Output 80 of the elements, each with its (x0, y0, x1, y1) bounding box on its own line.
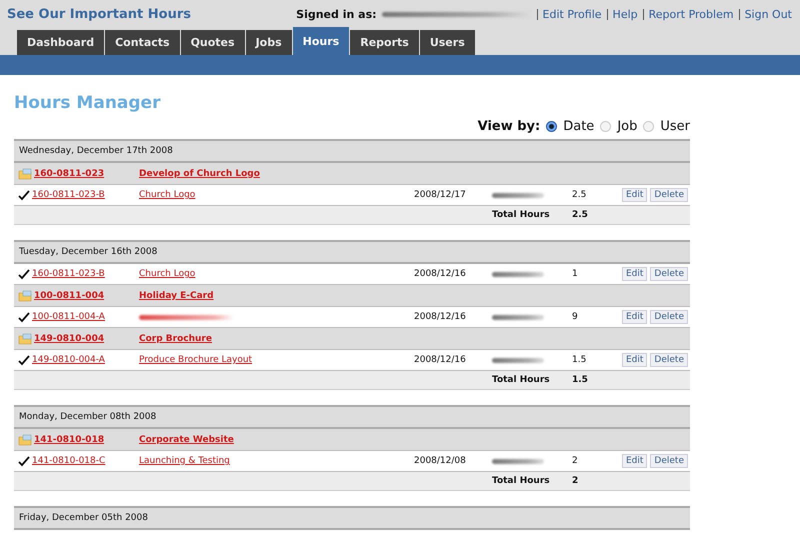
job-code-link[interactable]: 149-0810-004 (34, 334, 104, 344)
redacted-user (492, 314, 544, 320)
radio-label: Date (563, 119, 594, 134)
app-title: See Our Important Hours (7, 6, 191, 22)
job-name-link[interactable]: Church Logo (139, 269, 196, 279)
nav-tab[interactable]: Reports (350, 30, 419, 55)
day-header: Monday, December 08th 2008 (14, 405, 690, 429)
total-value: 1.5 (572, 375, 589, 385)
redacted-user (492, 358, 544, 362)
hours-text: 1.5 (572, 355, 586, 365)
day-header: Friday, December 05th 2008 (14, 506, 690, 530)
job-name-link[interactable]: Corp Brochure (139, 334, 212, 344)
job-name-link[interactable]: Church Logo (139, 190, 196, 200)
radio-label: User (660, 119, 690, 134)
job-code-link[interactable]: 141-0810-018-C (32, 456, 106, 466)
job-name-link[interactable]: Corporate Website (139, 434, 234, 444)
day-header: Tuesday, December 16th 2008 (14, 240, 690, 264)
redacted-user (492, 192, 544, 198)
job-code-link[interactable]: 100-0811-004 (34, 290, 104, 300)
total-value: 2 (572, 476, 580, 486)
date-text: 2008/12/08 (414, 456, 466, 466)
job-code-link[interactable]: 160-0811-023 (34, 168, 104, 178)
row-action-button[interactable]: Delete (650, 310, 688, 324)
job-code-link[interactable]: 100-0811-004-A (32, 312, 105, 322)
date-text: 2008/12/16 (414, 355, 466, 365)
job-code-link[interactable]: 160-0811-023-B (32, 269, 105, 279)
header-link[interactable]: Help (606, 8, 638, 20)
nav-tab[interactable]: Jobs (246, 30, 292, 55)
date-text: 2008/12/16 (414, 312, 466, 322)
folder-icon (18, 168, 32, 180)
job-code-link[interactable]: 141-0810-018 (34, 434, 104, 444)
row-action-button[interactable]: Edit (622, 310, 648, 324)
total-label: Total Hours (492, 375, 551, 385)
row-action-button[interactable]: Edit (622, 267, 648, 281)
row-action-button[interactable]: Delete (650, 454, 688, 468)
row-action-button[interactable]: Edit (622, 188, 648, 202)
hours-text: 9 (572, 312, 578, 322)
checkmark-icon (18, 190, 30, 200)
redacted-user (492, 458, 544, 464)
header-link[interactable]: Report Problem (642, 8, 734, 20)
total-value: 2.5 (572, 210, 589, 220)
nav-tab[interactable]: Dashboard (17, 30, 104, 55)
nav-tab[interactable]: Hours (292, 27, 350, 55)
hours-text: 1 (572, 269, 578, 279)
job-name-link[interactable]: Produce Brochure Layout (139, 355, 252, 365)
checkmark-icon (18, 312, 30, 322)
folder-icon (18, 290, 32, 302)
job-code-link[interactable]: 160-0811-023-B (32, 190, 105, 200)
row-action-button[interactable]: Delete (650, 267, 688, 281)
folder-icon (18, 332, 32, 344)
checkmark-icon (18, 268, 30, 280)
hours-text: 2.5 (572, 190, 586, 200)
signed-in-label: Signed in as: (296, 8, 377, 20)
radio-label: Job (617, 119, 638, 134)
header-link[interactable]: Sign Out (738, 8, 792, 20)
view-by-label: View by: (478, 119, 540, 134)
nav-tab[interactable]: Quotes (180, 30, 245, 55)
hours-text: 2 (572, 456, 578, 466)
job-name-link[interactable]: Develop of Church Logo (139, 168, 260, 178)
row-action-button[interactable]: Edit (622, 454, 648, 468)
total-label: Total Hours (492, 476, 551, 486)
row-action-button[interactable]: Delete (650, 188, 688, 202)
nav-tab[interactable]: Contacts (105, 30, 180, 55)
checkmark-icon (18, 456, 30, 466)
header-link[interactable]: Edit Profile (536, 8, 602, 20)
day-header: Wednesday, December 17th 2008 (14, 139, 690, 163)
job-name-link[interactable]: Holiday E-Card (139, 290, 214, 300)
checkmark-icon (18, 354, 30, 366)
page-title: Hours Manager (14, 93, 162, 113)
job-name-link[interactable]: Launching & Testing (139, 456, 230, 466)
date-text: 2008/12/17 (414, 190, 466, 200)
total-label: Total Hours (492, 210, 551, 220)
folder-icon (18, 434, 32, 446)
job-code-link[interactable]: 149-0810-004-A (32, 355, 105, 365)
date-text: 2008/12/16 (414, 269, 466, 279)
radio-button[interactable] (546, 121, 558, 132)
row-action-button[interactable]: Edit (622, 353, 648, 367)
row-action-button[interactable]: Delete (650, 353, 688, 367)
nav-tab[interactable]: Users (420, 30, 475, 55)
redacted-user (492, 272, 544, 276)
